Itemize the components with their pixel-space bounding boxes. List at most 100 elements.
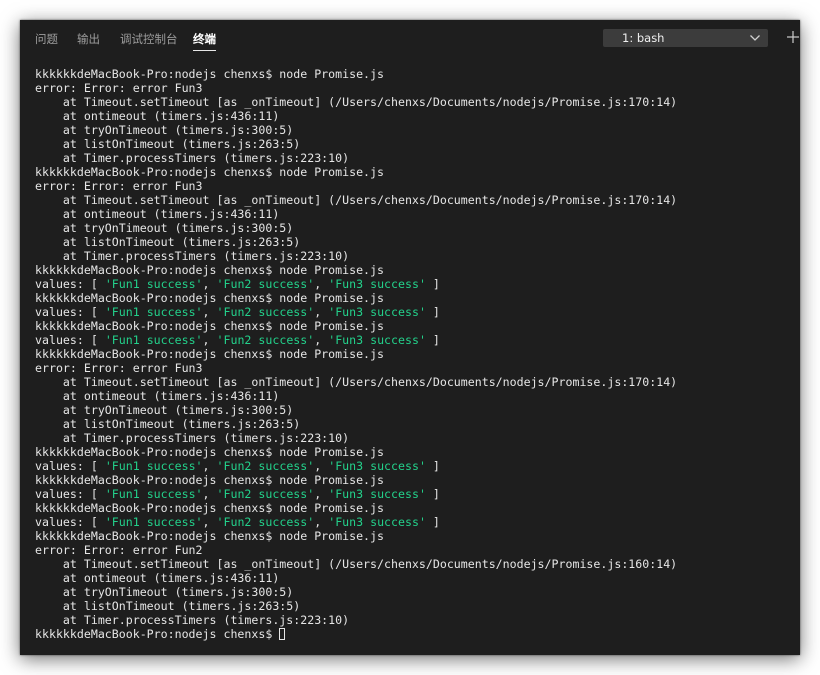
terminal-text: at ontimeout (timers.js:436:11) xyxy=(35,571,280,585)
terminal-line: kkkkkkdeMacBook-Pro:nodejs chenxs$ node … xyxy=(35,501,795,515)
terminal-line: at tryOnTimeout (timers.js:300:5) xyxy=(35,403,795,417)
terminal-text: at ontimeout (timers.js:436:11) xyxy=(35,109,280,123)
terminal-line: at ontimeout (timers.js:436:11) xyxy=(35,207,795,221)
chevron-down-icon xyxy=(750,35,760,41)
terminal-text: at Timer.processTimers (timers.js:223:10… xyxy=(35,613,350,627)
terminal-line: values: [ 'Fun1 success', 'Fun2 success'… xyxy=(35,305,795,319)
terminal-text: kkkkkkdeMacBook-Pro:nodejs chenxs$ node … xyxy=(35,445,385,459)
terminal-text: kkkkkkdeMacBook-Pro:nodejs chenxs$ node … xyxy=(35,501,385,515)
terminal-text: at Timeout.setTimeout [as _onTimeout] (/… xyxy=(35,375,678,389)
terminal-text: at Timer.processTimers (timers.js:223:10… xyxy=(35,249,350,263)
tab-terminal[interactable]: 终端 xyxy=(193,32,216,51)
terminal-line: values: [ 'Fun1 success', 'Fun2 success'… xyxy=(35,515,795,529)
terminal-line: at tryOnTimeout (timers.js:300:5) xyxy=(35,585,795,599)
terminal-line: at Timer.processTimers (timers.js:223:10… xyxy=(35,151,795,165)
terminal-line: at listOnTimeout (timers.js:263:5) xyxy=(35,599,795,613)
terminal-text: at listOnTimeout (timers.js:263:5) xyxy=(35,599,301,613)
terminal-text: , xyxy=(314,277,329,291)
terminal-text: at tryOnTimeout (timers.js:300:5) xyxy=(35,403,294,417)
terminal-cursor xyxy=(279,628,286,640)
terminal-text: , xyxy=(314,305,329,319)
terminal-prompt-line: kkkkkkdeMacBook-Pro:nodejs chenxs$ xyxy=(35,627,795,641)
terminal-text: ] xyxy=(425,459,440,473)
terminal-text: ] xyxy=(425,305,440,319)
panel-tab-bar: 问题 输出 调试控制台 终端 1: bash xyxy=(20,20,800,60)
terminal-panel: 问题 输出 调试控制台 终端 1: bash kkkkkkdeMacBook-P… xyxy=(20,20,800,655)
terminal-text: , xyxy=(202,333,217,347)
terminal-line: at Timer.processTimers (timers.js:223:10… xyxy=(35,249,795,263)
terminal-line: at listOnTimeout (timers.js:263:5) xyxy=(35,417,795,431)
terminal-text: , xyxy=(314,515,329,529)
terminal-text: at listOnTimeout (timers.js:263:5) xyxy=(35,137,301,151)
terminal-string-value: 'Fun1 success' xyxy=(104,277,203,291)
terminal-line: at Timeout.setTimeout [as _onTimeout] (/… xyxy=(35,95,795,109)
terminal-line: kkkkkkdeMacBook-Pro:nodejs chenxs$ node … xyxy=(35,473,795,487)
prompt-spacer xyxy=(272,627,279,641)
terminal-string-value: 'Fun3 success' xyxy=(328,305,426,319)
terminal-output[interactable]: kkkkkkdeMacBook-Pro:nodejs chenxs$ node … xyxy=(35,67,795,647)
terminal-line: at ontimeout (timers.js:436:11) xyxy=(35,389,795,403)
terminal-string-value: 'Fun2 success' xyxy=(216,487,315,501)
terminal-text: , xyxy=(202,459,217,473)
terminal-line: kkkkkkdeMacBook-Pro:nodejs chenxs$ node … xyxy=(35,67,795,81)
terminal-line: at Timeout.setTimeout [as _onTimeout] (/… xyxy=(35,557,795,571)
terminal-line: at Timeout.setTimeout [as _onTimeout] (/… xyxy=(35,193,795,207)
terminal-string-value: 'Fun3 success' xyxy=(328,277,426,291)
terminal-text: at Timeout.setTimeout [as _onTimeout] (/… xyxy=(35,557,678,571)
terminal-line: error: Error: error Fun3 xyxy=(35,179,795,193)
terminal-line: values: [ 'Fun1 success', 'Fun2 success'… xyxy=(35,333,795,347)
terminal-text: kkkkkkdeMacBook-Pro:nodejs chenxs$ node … xyxy=(35,529,385,543)
terminal-text: at Timeout.setTimeout [as _onTimeout] (/… xyxy=(35,193,678,207)
terminal-line: kkkkkkdeMacBook-Pro:nodejs chenxs$ node … xyxy=(35,165,795,179)
tab-problems[interactable]: 问题 xyxy=(35,32,58,46)
terminal-text: kkkkkkdeMacBook-Pro:nodejs chenxs$ node … xyxy=(35,319,385,333)
terminal-line: error: Error: error Fun3 xyxy=(35,361,795,375)
terminal-string-value: 'Fun2 success' xyxy=(216,515,315,529)
terminal-line: kkkkkkdeMacBook-Pro:nodejs chenxs$ node … xyxy=(35,347,795,361)
terminal-text: , xyxy=(202,277,217,291)
terminal-text: kkkkkkdeMacBook-Pro:nodejs chenxs$ node … xyxy=(35,347,385,361)
terminal-string-value: 'Fun1 success' xyxy=(104,333,203,347)
terminal-text: , xyxy=(314,333,329,347)
terminal-string-value: 'Fun1 success' xyxy=(104,515,203,529)
terminal-string-value: 'Fun3 success' xyxy=(328,333,426,347)
terminal-line: at listOnTimeout (timers.js:263:5) xyxy=(35,235,795,249)
terminal-text: error: Error: error Fun2 xyxy=(35,543,203,557)
terminal-text: ] xyxy=(425,333,440,347)
terminal-string-value: 'Fun2 success' xyxy=(216,277,315,291)
terminal-text: error: Error: error Fun3 xyxy=(35,81,203,95)
terminal-string-value: 'Fun2 success' xyxy=(216,459,315,473)
terminal-line: error: Error: error Fun2 xyxy=(35,543,795,557)
terminal-text: values: [ xyxy=(35,277,105,291)
terminal-line: error: Error: error Fun3 xyxy=(35,81,795,95)
terminal-text: , xyxy=(202,305,217,319)
terminal-line: at ontimeout (timers.js:436:11) xyxy=(35,571,795,585)
terminal-text: at tryOnTimeout (timers.js:300:5) xyxy=(35,123,294,137)
terminal-select[interactable]: 1: bash xyxy=(603,29,768,47)
terminal-line: kkkkkkdeMacBook-Pro:nodejs chenxs$ node … xyxy=(35,263,795,277)
plus-icon[interactable] xyxy=(786,30,800,44)
terminal-string-value: 'Fun3 success' xyxy=(328,487,426,501)
tab-output[interactable]: 输出 xyxy=(77,32,100,46)
terminal-text: values: [ xyxy=(35,487,105,501)
terminal-text: , xyxy=(202,487,217,501)
terminal-text: at ontimeout (timers.js:436:11) xyxy=(35,207,280,221)
terminal-line: kkkkkkdeMacBook-Pro:nodejs chenxs$ node … xyxy=(35,319,795,333)
terminal-string-value: 'Fun1 success' xyxy=(104,305,203,319)
terminal-text: , xyxy=(314,459,329,473)
terminal-text: at tryOnTimeout (timers.js:300:5) xyxy=(35,585,294,599)
terminal-line: kkkkkkdeMacBook-Pro:nodejs chenxs$ node … xyxy=(35,445,795,459)
tab-debug-console[interactable]: 调试控制台 xyxy=(120,32,178,46)
terminal-text: kkkkkkdeMacBook-Pro:nodejs chenxs$ node … xyxy=(35,165,385,179)
terminal-text: , xyxy=(202,515,217,529)
terminal-line: kkkkkkdeMacBook-Pro:nodejs chenxs$ node … xyxy=(35,291,795,305)
terminal-text: ] xyxy=(425,487,440,501)
terminal-text: kkkkkkdeMacBook-Pro:nodejs chenxs$ node … xyxy=(35,291,385,305)
terminal-line: at Timer.processTimers (timers.js:223:10… xyxy=(35,431,795,445)
terminal-text: values: [ xyxy=(35,515,105,529)
terminal-line: kkkkkkdeMacBook-Pro:nodejs chenxs$ node … xyxy=(35,529,795,543)
terminal-text: ] xyxy=(425,515,440,529)
terminal-line: at Timer.processTimers (timers.js:223:10… xyxy=(35,613,795,627)
terminal-text: values: [ xyxy=(35,459,105,473)
terminal-line: at Timeout.setTimeout [as _onTimeout] (/… xyxy=(35,375,795,389)
